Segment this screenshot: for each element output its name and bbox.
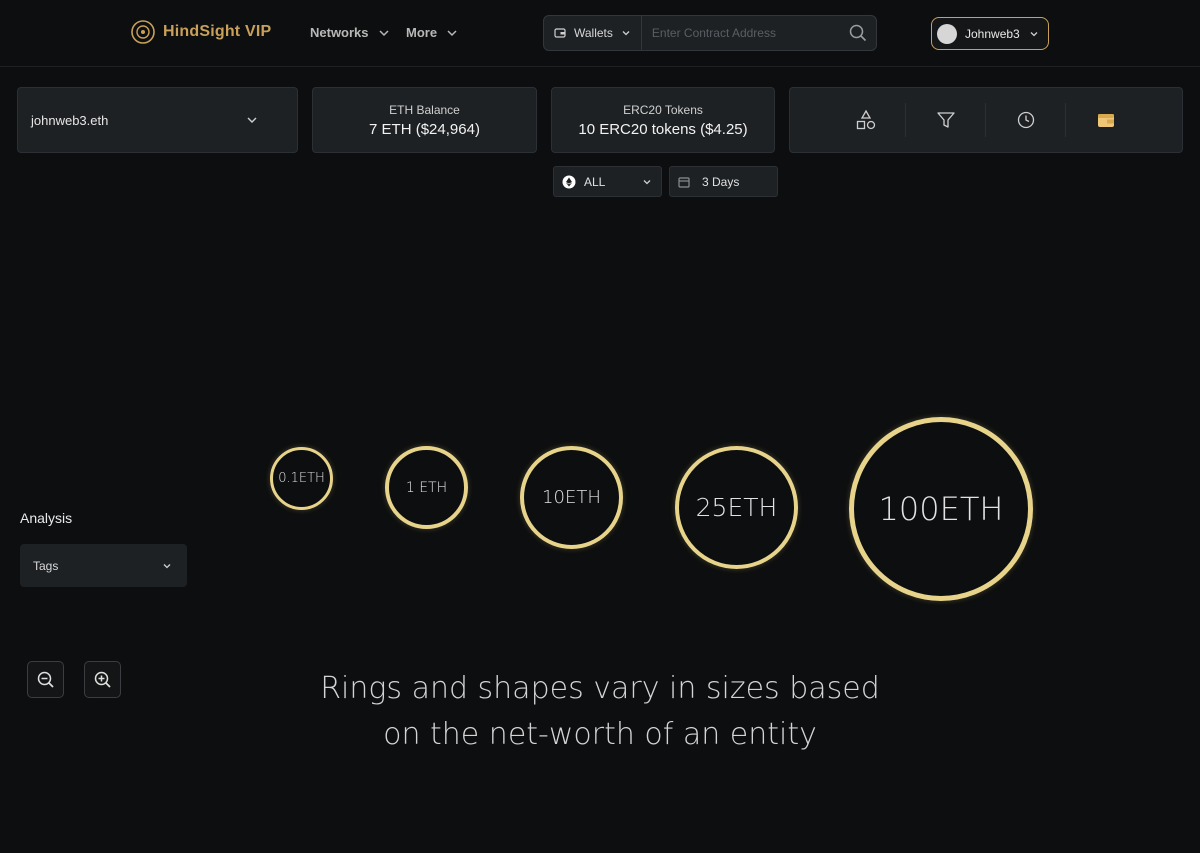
ring-100eth: 100ETH (849, 417, 1033, 601)
chevron-down-icon (447, 29, 457, 36)
wallets-select-label: Wallets (574, 26, 613, 40)
ring-25eth: 25ETH (675, 446, 798, 569)
top-bar: HindSight VIP Networks More Wallets John… (0, 0, 1200, 67)
tags-select-label: Tags (33, 558, 59, 573)
brand-logo[interactable]: HindSight VIP (130, 19, 271, 45)
shapes-tool[interactable] (826, 103, 906, 137)
date-range-value: 3 Days (702, 174, 740, 189)
zoom-out-icon (37, 671, 54, 688)
explanation-caption: Rings and shapes vary in sizes based on … (200, 666, 1000, 758)
erc20-value: 10 ERC20 tokens ($4.25) (578, 120, 748, 138)
avatar (937, 23, 957, 44)
eth-balance-value: 7 ETH ($24,964) (369, 120, 480, 138)
erc20-label: ERC20 Tokens (623, 102, 703, 117)
chevron-down-icon (1030, 31, 1038, 36)
ring-label: 1 ETH (405, 479, 448, 496)
ring-10eth: 10ETH (520, 446, 623, 549)
ring-1eth: 1 ETH (385, 446, 468, 529)
search-icon (849, 24, 867, 42)
user-name: Johnweb3 (965, 26, 1020, 41)
ring-0-1eth: 0.1ETH (270, 447, 333, 510)
history-tool[interactable] (986, 103, 1066, 137)
nav-more-label: More (406, 25, 438, 40)
erc20-card: ERC20 Tokens 10 ERC20 tokens ($4.25) (551, 87, 775, 153)
caption-line-1: Rings and shapes vary in sizes based (320, 671, 880, 706)
logo-icon (131, 20, 155, 44)
chevron-down-icon (247, 117, 257, 123)
nav-networks[interactable]: Networks (310, 25, 391, 40)
chevron-down-icon (379, 29, 389, 36)
tool-bar (789, 87, 1183, 153)
network-filter-select[interactable]: ALL (553, 166, 662, 197)
caption-line-2: on the net-worth of an entity (383, 717, 817, 752)
zoom-in-button[interactable] (84, 661, 121, 698)
ring-label: 100ETH (878, 490, 1004, 528)
zoom-out-button[interactable] (27, 661, 64, 698)
clock-icon (1017, 111, 1034, 129)
search-button[interactable] (840, 16, 876, 50)
network-filter-value: ALL (584, 174, 606, 189)
eth-balance-card: ETH Balance 7 ETH ($24,964) (312, 87, 537, 153)
contract-search: Wallets (543, 15, 877, 51)
ens-select[interactable]: johnweb3.eth (17, 87, 298, 153)
filter-icon (936, 112, 955, 128)
brand-name: HindSight VIP (163, 23, 272, 40)
user-menu-button[interactable]: Johnweb3 (931, 17, 1049, 50)
date-range-select[interactable]: 3 Days (669, 166, 778, 197)
filter-tool[interactable] (906, 103, 986, 137)
chevron-down-icon (622, 31, 630, 36)
shapes-icon (856, 109, 875, 130)
ring-label: 25ETH (695, 493, 778, 522)
calendar-icon (678, 176, 690, 188)
ethereum-icon (562, 175, 576, 188)
wallets-select[interactable]: Wallets (544, 16, 642, 50)
wallet-icon (554, 28, 566, 38)
chevron-down-icon (163, 563, 171, 568)
nav-networks-label: Networks (310, 25, 369, 40)
nav-more[interactable]: More (406, 25, 459, 40)
wallet-tool[interactable] (1066, 103, 1146, 137)
eth-balance-label: ETH Balance (389, 102, 460, 117)
contract-address-input[interactable] (641, 26, 840, 40)
wallet-icon (1098, 114, 1114, 127)
ring-label: 10ETH (542, 487, 601, 508)
chevron-down-icon (643, 179, 651, 184)
ens-name: johnweb3.eth (31, 112, 109, 128)
analysis-title: Analysis (20, 510, 73, 526)
ring-label: 0.1ETH (278, 471, 325, 486)
zoom-in-icon (94, 671, 111, 688)
tags-select[interactable]: Tags (20, 544, 187, 587)
